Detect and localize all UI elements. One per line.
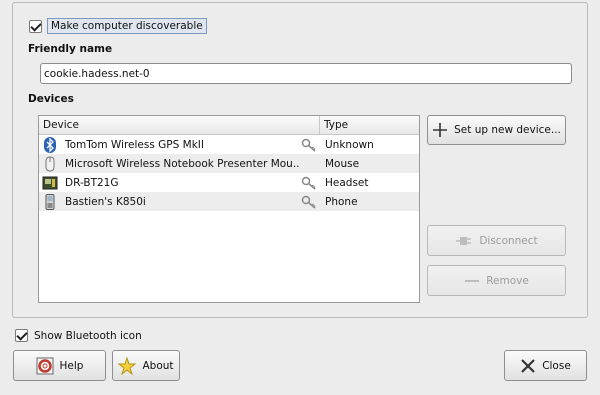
close-label: Close xyxy=(542,359,571,372)
devices-list[interactable]: Device Type TomTom Wireless GPS MkII Unk… xyxy=(38,115,420,303)
show-icon-row[interactable]: Show Bluetooth icon xyxy=(15,329,142,342)
devices-list-header: Device Type xyxy=(39,116,419,135)
headset-device-icon xyxy=(39,176,61,190)
minus-icon xyxy=(464,277,480,285)
help-button[interactable]: Help xyxy=(13,350,106,381)
device-type: Phone xyxy=(325,195,358,208)
device-type: Mouse xyxy=(325,157,360,170)
about-button[interactable]: About xyxy=(112,350,180,381)
discoverable-checkbox[interactable] xyxy=(29,19,42,33)
key-icon xyxy=(299,176,319,190)
devices-title: Devices xyxy=(28,93,74,105)
bluetooth-icon xyxy=(39,136,61,153)
show-icon-checkbox[interactable] xyxy=(15,329,28,342)
device-row[interactable]: DR-BT21G Headset xyxy=(39,173,419,192)
help-book-icon xyxy=(36,357,54,375)
friendly-name-input[interactable]: cookie.hadess.net-0 xyxy=(40,63,572,84)
mouse-icon xyxy=(39,155,61,172)
plus-icon xyxy=(432,122,448,138)
column-type[interactable]: Type xyxy=(320,116,419,134)
device-row[interactable]: Bastien's K850i Phone xyxy=(39,192,419,211)
discoverable-row[interactable]: Make computer discoverable xyxy=(29,18,207,34)
device-type: Headset xyxy=(325,176,369,189)
column-device[interactable]: Device xyxy=(39,116,320,134)
device-name: TomTom Wireless GPS MkII xyxy=(65,138,204,151)
star-icon xyxy=(118,356,137,375)
about-label: About xyxy=(142,359,174,372)
device-name: Microsoft Wireless Notebook Presenter Mo… xyxy=(65,157,299,170)
show-icon-label[interactable]: Show Bluetooth icon xyxy=(34,330,142,342)
setup-device-label: Set up new device... xyxy=(454,124,561,136)
device-name: Bastien's K850i xyxy=(65,195,146,208)
setup-device-button[interactable]: Set up new device... xyxy=(427,115,566,145)
remove-button[interactable]: Remove xyxy=(427,265,566,296)
discoverable-label[interactable]: Make computer discoverable xyxy=(47,18,207,34)
friendly-name-title: Friendly name xyxy=(28,43,113,55)
device-name: DR-BT21G xyxy=(65,176,119,189)
key-icon xyxy=(299,138,319,152)
help-label: Help xyxy=(59,359,84,372)
key-icon xyxy=(299,195,319,209)
disconnect-button[interactable]: Disconnect xyxy=(427,225,566,256)
disconnect-label: Disconnect xyxy=(479,234,538,247)
device-row[interactable]: TomTom Wireless GPS MkII Unknown xyxy=(39,135,419,154)
close-button[interactable]: Close xyxy=(504,350,587,381)
remove-label: Remove xyxy=(486,274,529,287)
device-type: Unknown xyxy=(325,138,374,151)
device-row[interactable]: Microsoft Wireless Notebook Presenter Mo… xyxy=(39,154,419,173)
plug-icon xyxy=(455,235,473,247)
close-icon xyxy=(520,358,536,374)
phone-icon xyxy=(39,193,61,210)
